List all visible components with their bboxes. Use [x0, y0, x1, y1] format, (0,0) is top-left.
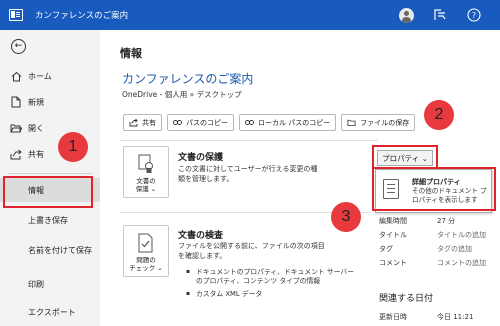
share-button[interactable]: 共有 [123, 114, 162, 131]
open-file-location-label: ファイルの保存 [360, 118, 410, 127]
link-icon [245, 118, 254, 127]
check-for-issues-button[interactable]: 問題の チェック ⌄ [123, 225, 169, 277]
new-doc-icon [10, 96, 22, 108]
lock-icon [135, 153, 157, 175]
open-file-location-button[interactable]: ファイルの保存 [341, 114, 416, 131]
sidebar-item-label: 新規 [28, 97, 44, 107]
page-title: 情報 [120, 47, 142, 60]
properties-highlight-box [372, 145, 438, 169]
list-item: ドキュメントのプロパティ、ドキュメント サーバーのプロパティ、コンテンツ タイプ… [186, 268, 356, 286]
help-icon[interactable]: ? [466, 7, 482, 23]
protect-document-button[interactable]: 文書の 保護 ⌄ [123, 146, 169, 198]
file-actions-bar: 共有 パスのコピー ローカル パスのコピー ファイルの保存 [123, 114, 416, 131]
copy-local-path-button[interactable]: ローカル パスのコピー [239, 114, 337, 131]
sidebar-item-save[interactable]: 上書き保存 [0, 208, 100, 232]
protect-desc-line: 類を管理します。 [178, 174, 234, 183]
inspect-desc-line: ファイルを公開する前に、ファイルの次の項目 [178, 242, 325, 250]
protect-title: 文書の保護 [178, 153, 224, 163]
property-row: タイトル タイトルの追加 [379, 230, 499, 242]
callout-3: 3 [331, 202, 361, 232]
sidebar-item-home[interactable]: ホーム [0, 64, 100, 88]
related-dates-heading: 関連する日付 [379, 294, 434, 304]
protect-description: この文書に対してユーザーが行える変更の種 類を管理します。 [178, 165, 317, 185]
sidebar-divider [8, 173, 92, 174]
property-row: タグ タグの追加 [379, 244, 499, 256]
window-title: カンファレンスのご案内 [35, 11, 129, 21]
document-title: カンファレンスのご案内 [122, 72, 254, 86]
list-item: カスタム XML データ [186, 290, 356, 299]
word-app-icon [9, 9, 23, 21]
inspect-title: 文書の検査 [178, 231, 224, 241]
sidebar-item-new[interactable]: 新規 [0, 90, 100, 114]
inspect-description: ファイルを公開する前に、ファイルの次の項目 を確認します。 [178, 242, 325, 262]
share-icon [10, 148, 22, 160]
link-icon [173, 118, 182, 127]
sidebar-item-label: エクスポート [28, 307, 76, 317]
property-row: 編集時間 27 分 [379, 216, 499, 228]
home-icon [10, 70, 22, 82]
feedback-icon[interactable] [432, 7, 448, 23]
svg-text:?: ? [472, 11, 476, 20]
callout-2: 2 [424, 100, 454, 130]
sidebar-item-save-as[interactable]: 名前を付けて保存 [0, 238, 100, 262]
property-value[interactable]: タグの追加 [437, 244, 472, 254]
protect-label-2: 保護 ⌄ [135, 185, 157, 194]
copy-path-label: パスのコピー [186, 118, 228, 127]
sidebar-item-label: 上書き保存 [28, 215, 68, 225]
sidebar-item-label: ホーム [28, 71, 52, 81]
sidebar-item-export[interactable]: エクスポート [0, 300, 100, 324]
inspect-bullet-list: ドキュメントのプロパティ、ドキュメント サーバーのプロパティ、コンテンツ タイプ… [186, 268, 356, 304]
title-bar: カンファレンスのご案内 ? [0, 0, 500, 30]
property-key: 更新日時 [379, 313, 407, 321]
protect-desc-line: この文書に対してユーザーが行える変更の種 [178, 165, 318, 173]
sidebar-item-label: 印刷 [28, 279, 44, 289]
sidebar-item-open[interactable]: 開く [0, 116, 100, 140]
share-button-label: 共有 [142, 118, 156, 127]
property-row: 更新日時 今日 11:21 [379, 312, 499, 324]
folder-icon [347, 118, 356, 127]
property-value[interactable]: コメントの追加 [437, 258, 486, 268]
sidebar-item-label: 共有 [28, 149, 44, 159]
sidebar-item-print[interactable]: 印刷 [0, 272, 100, 296]
property-key: コメント [379, 259, 407, 267]
user-avatar[interactable] [399, 7, 414, 23]
property-value[interactable]: タイトルの追加 [437, 230, 486, 240]
property-key: タイトル [379, 231, 407, 239]
advanced-properties-highlight-box [372, 167, 496, 211]
back-arrow-icon[interactable]: ← [11, 39, 26, 54]
callout-1: 1 [58, 132, 88, 162]
inspect-desc-line: を確認します。 [178, 251, 227, 260]
property-value: 今日 11:21 [437, 313, 474, 321]
protect-label-1: 文書の [136, 177, 156, 185]
property-key: タグ [379, 245, 393, 253]
document-path[interactable]: OneDrive - 個人用 » デスクトップ [122, 89, 242, 100]
sidebar-item-label: 名前を付けて保存 [28, 245, 92, 255]
inspect-label-2: チェック ⌄ [129, 264, 163, 273]
share-icon [129, 118, 138, 127]
property-key: 編集時間 [379, 217, 407, 225]
sidebar-item-label: 開く [28, 123, 44, 133]
info-highlight-box [3, 176, 93, 208]
property-row: コメント コメントの追加 [379, 258, 499, 270]
inspect-label-1: 問題の [136, 256, 156, 264]
inspect-doc-icon [135, 232, 157, 254]
section-divider [120, 140, 378, 141]
copy-path-button[interactable]: パスのコピー [167, 114, 234, 131]
folder-icon [10, 122, 22, 134]
property-value: 27 分 [437, 217, 456, 225]
copy-local-path-label: ローカル パスのコピー [258, 118, 331, 127]
